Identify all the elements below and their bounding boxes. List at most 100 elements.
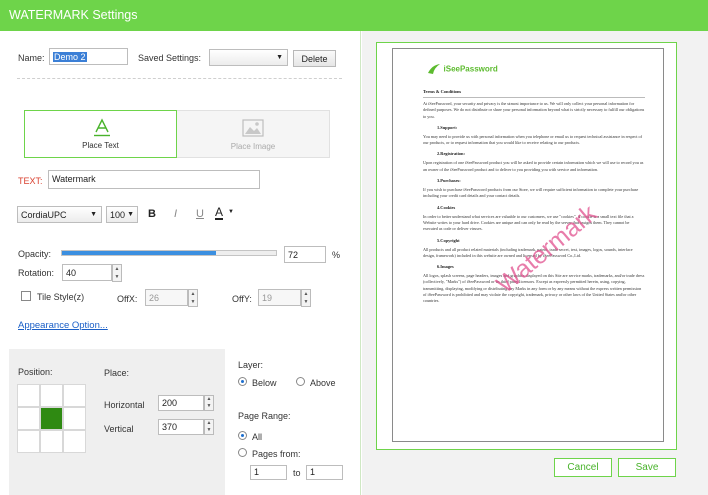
pages-from-field[interactable]: 1 [250,465,287,480]
layer-above-label: Above [310,378,336,388]
offy-value: 19 [262,293,273,303]
place-image-label: Place Image [230,142,276,151]
underline-button[interactable]: U [196,208,204,220]
page-range-label: Page Range: [238,411,291,421]
position-cell[interactable] [64,408,85,429]
place-label: Place: [104,368,130,378]
vertical-label: Vertical [104,424,134,434]
name-field[interactable]: Demo 2 [49,48,128,65]
rotation-value: 40 [66,268,77,278]
name-label: Name: [18,53,45,63]
position-cell[interactable] [64,431,85,452]
pages-to-label: to [293,468,301,478]
position-grid [17,384,86,453]
tile-style-checkbox[interactable] [21,291,31,301]
rotation-label: Rotation: [18,268,55,278]
doc-rule [423,97,645,98]
position-cell[interactable] [41,385,62,406]
rotation-field[interactable]: 40 [62,264,112,281]
layer-label: Layer: [238,360,264,370]
page-range-all-label: All [252,432,263,442]
position-label: Position: [18,367,53,377]
layer-above-radio[interactable] [296,377,305,386]
page-range-from-radio[interactable] [238,448,247,457]
image-icon [242,119,264,137]
name-value: Demo 2 [53,52,87,62]
window-title: WATERMARK Settings [9,8,138,22]
place-text-label: Place Text [82,141,119,150]
vertical-field[interactable]: 370 [158,419,204,435]
chevron-down-icon: ▼ [90,211,97,218]
divider [17,78,342,79]
text-a-icon [93,118,111,137]
opacity-slider[interactable] [61,250,277,256]
doc-paragraph: Upon registration of one iSeePassword pr… [423,160,644,172]
pages-to-field[interactable]: 1 [306,465,343,480]
saved-settings-select[interactable]: ▼ [209,49,288,66]
bold-button[interactable]: B [148,208,156,220]
position-cell[interactable] [18,431,39,452]
position-cell[interactable] [18,385,39,406]
horizontal-field[interactable]: 200 [158,395,204,411]
vertical-value: 370 [162,422,178,432]
place-image-tab[interactable]: Place Image [177,110,330,158]
text-color-button[interactable]: A [215,206,224,220]
offy-label: OffY: [232,294,252,304]
pages-from-label: Pages from: [252,449,301,459]
position-cell[interactable] [41,431,62,452]
horizontal-value: 200 [162,398,178,408]
doc-section-heading: 2.Registration: [437,151,465,157]
opacity-field[interactable]: 72 [284,246,326,263]
doc-paragraph: In order to better understand what servi… [423,213,634,232]
doc-section-heading: 3.Purchases: [437,178,461,184]
italic-button[interactable]: I [174,208,177,220]
doc-paragraph: If you wish to purchase iSeePassword pro… [423,187,639,199]
horizontal-stepper[interactable]: ▲ ▼ [204,395,214,411]
position-cell[interactable] [18,408,39,429]
text-label: TEXT: [18,176,43,186]
chevron-down-icon: ▼ [127,211,134,218]
doc-section-heading: 1.Support: [437,124,458,130]
pages-from-value: 1 [254,467,260,477]
vertical-stepper[interactable]: ▲ ▼ [204,419,214,435]
opacity-unit: % [332,250,341,260]
position-cell-selected[interactable] [41,408,62,429]
cancel-button[interactable]: Cancel [554,458,612,477]
doc-heading: Terms & Conditions [423,89,462,94]
position-cell[interactable] [64,385,85,406]
rotation-stepper[interactable]: ▲ ▼ [112,264,122,282]
appearance-option-link[interactable]: Appearance Option... [18,320,108,331]
size-value: 100 [110,210,126,220]
preview-document: iSeePassword Terms & Conditions At iSeeP… [392,48,664,442]
offx-stepper[interactable]: ▲ ▼ [188,289,198,307]
opacity-slider-fill [62,251,217,255]
doc-paragraph: You may need to provide us with personal… [423,133,643,146]
font-select[interactable]: CordiaUPC ▼ [17,206,102,223]
page-range-all-radio[interactable] [238,431,247,440]
iseepassword-logo: iSeePassword [427,63,498,75]
offy-stepper[interactable]: ▲ ▼ [301,289,311,307]
chevron-down-icon[interactable]: ▼ [228,209,234,215]
watermark-text-value: Watermark [52,174,96,184]
layer-below-radio[interactable] [238,377,247,386]
offy-field[interactable]: 19 [258,289,301,306]
offx-field[interactable]: 26 [145,289,188,306]
opacity-value: 72 [288,250,299,260]
layer-below-label: Below [252,378,277,388]
offx-label: OffX: [117,294,138,304]
offx-value: 26 [149,293,160,303]
delete-button[interactable]: Delete [293,50,336,67]
saved-settings-label: Saved Settings: [138,53,202,63]
tile-style-label: Tile Style(z) [37,292,85,302]
horizontal-label: Horizontal [104,400,145,410]
doc-paragraph: At iSeePassword, your security and priva… [423,101,645,119]
watermark-text-input[interactable]: Watermark [48,170,260,189]
font-value: CordiaUPC [21,210,67,220]
chevron-down-icon: ▼ [276,54,283,61]
save-button[interactable]: Save [618,458,676,477]
title-bar: WATERMARK Settings [0,0,708,31]
place-text-tab[interactable]: Place Text [24,110,177,158]
size-select[interactable]: 100 ▼ [106,206,138,223]
doc-section-heading: 4.Cookies [437,204,456,210]
pages-to-value: 1 [310,467,316,477]
